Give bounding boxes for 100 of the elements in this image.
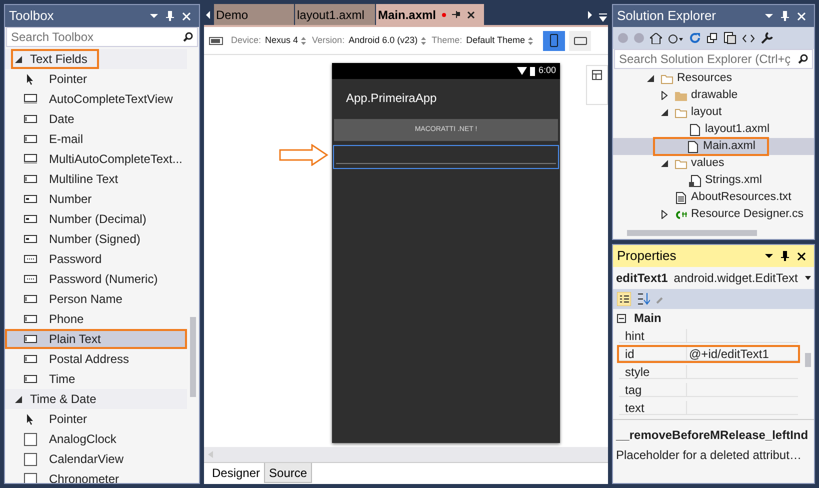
text-file-icon [676, 192, 686, 204]
search-icon [183, 32, 193, 42]
expanded-arrow-icon[interactable] [15, 396, 22, 402]
close-icon[interactable] [797, 252, 806, 260]
view-tab[interactable]: Source [264, 463, 312, 483]
battery-icon [530, 66, 536, 76]
dropdown-icon[interactable] [765, 13, 773, 19]
category-header[interactable]: Main [613, 309, 802, 327]
home-icon[interactable] [650, 32, 662, 44]
copy-icon[interactable] [707, 32, 718, 44]
toolbox-item[interactable]: Date [5, 109, 187, 129]
item-label: Multiline Text [48, 171, 118, 188]
expanded-arrow-icon[interactable] [660, 160, 668, 167]
tree-item[interactable]: Main.axml [613, 138, 814, 155]
item-label: Number (Signed) [48, 231, 140, 248]
dropdown-icon[interactable] [765, 253, 773, 259]
tree-item[interactable]: layout1.axml [613, 121, 814, 138]
property-value[interactable]: @+id/editText1 [687, 347, 798, 361]
toolbox-item[interactable]: Password (Numeric) [5, 269, 187, 289]
toolbox-item[interactable]: AutoCompleteTextView [5, 89, 187, 109]
pin-icon[interactable] [781, 251, 789, 261]
document-tab[interactable]: Demo [214, 4, 294, 25]
sort-icon[interactable] [637, 293, 650, 305]
portrait-button[interactable] [543, 30, 566, 50]
toolbox-item[interactable]: Multiline Text [5, 169, 187, 189]
toolbox-item[interactable]: Number (Signed) [5, 229, 187, 249]
panel-title: Toolbox [9, 7, 55, 26]
tree-item[interactable]: drawable [613, 87, 814, 104]
property-row[interactable]: tag [617, 381, 800, 399]
property-row[interactable]: hint [617, 327, 800, 345]
refresh-icon[interactable] [690, 32, 701, 44]
collapsed-arrow-icon[interactable] [660, 210, 668, 219]
tree-label: Strings.xml [705, 172, 762, 188]
property-name: hint [619, 329, 687, 343]
app-title: App.PrimeiraApp [346, 90, 437, 107]
toolbox-item[interactable]: AnalogClock [5, 429, 187, 449]
tree-label: Resource Designer.cs [691, 206, 804, 222]
password-field-icon [24, 275, 36, 283]
number-field-icon [24, 235, 36, 243]
files-icon[interactable] [724, 32, 736, 44]
property-row[interactable]: text [617, 399, 800, 417]
dropdown-icon[interactable] [150, 13, 158, 19]
toolbox-item[interactable]: Pointer [5, 69, 187, 89]
tree-item[interactable]: Resources [613, 70, 814, 87]
tree-item[interactable]: values [613, 155, 814, 172]
toolbar-label: Version: [312, 34, 345, 47]
dropdown-icon[interactable] [805, 276, 811, 280]
document-tab[interactable]: Main.axml [376, 4, 484, 25]
toolbox-item[interactable]: Person Name [5, 289, 187, 309]
tree-item[interactable]: Resource Designer.cs [613, 206, 814, 223]
expanded-arrow-icon[interactable] [646, 75, 654, 82]
toolbar-label: Device: [231, 34, 262, 47]
horizontal-scrollbar[interactable] [204, 447, 608, 462]
toolbar-dropdown[interactable]: Default Theme [466, 34, 534, 48]
toolbox-item[interactable]: Plain Text [5, 329, 187, 349]
toolbox-item[interactable]: E-mail [5, 129, 187, 149]
close-icon[interactable] [467, 10, 476, 18]
expanded-arrow-icon[interactable] [660, 109, 668, 116]
landscape-button[interactable] [569, 30, 592, 50]
expanded-arrow-icon[interactable] [15, 56, 22, 62]
item-label: MultiAutoCompleteText... [48, 151, 182, 168]
toolbar-dropdown[interactable]: Android 6.0 (v23) [348, 34, 426, 48]
dropdown-icon[interactable] [598, 12, 608, 22]
cursor-icon [26, 414, 34, 424]
document-tab[interactable]: layout1.axml [295, 4, 375, 25]
property-row[interactable]: id @+id/editText1 [617, 345, 800, 363]
text-field-icon [24, 115, 36, 123]
scroll-right-icon[interactable] [586, 10, 594, 20]
tree-item[interactable]: layout [613, 104, 814, 121]
tree-item[interactable]: Strings.xml [613, 172, 814, 189]
toolbox-item[interactable]: Password [5, 249, 187, 269]
search-field[interactable]: Search Toolbox [6, 27, 198, 47]
pin-icon[interactable] [452, 11, 462, 18]
property-row[interactable]: style [617, 363, 800, 381]
pointer-arrow [279, 144, 329, 166]
toolbox-item[interactable]: Chronometer [5, 469, 187, 483]
toolbox-item[interactable]: Pointer [5, 409, 187, 429]
toolbox-item[interactable]: Number [5, 189, 187, 209]
toolbox-item[interactable]: MultiAutoCompleteText... [5, 149, 187, 169]
categorized-icon[interactable] [617, 292, 631, 306]
group-header[interactable]: Time & Date [5, 389, 187, 409]
pin-icon[interactable] [781, 11, 789, 21]
code-icon[interactable] [742, 34, 755, 42]
toolbox-item[interactable]: Postal Address [5, 349, 187, 369]
group-header[interactable]: Text Fields [5, 49, 187, 69]
tree-item[interactable]: AboutResources.txt [613, 189, 814, 206]
password-field-icon [24, 255, 36, 263]
tree-label: Main.axml [703, 138, 756, 154]
toolbar-dropdown[interactable]: Nexus 4 [265, 34, 306, 48]
item-label: Password [48, 251, 102, 268]
toolbox-item[interactable]: Number (Decimal) [5, 209, 187, 229]
search-field[interactable]: Search Toolbox [7, 28, 179, 46]
text-field-icon [24, 355, 36, 363]
edit-text-field[interactable] [333, 145, 559, 169]
pin-icon[interactable] [166, 11, 174, 21]
toolbox-item[interactable]: Phone [5, 309, 187, 329]
group-label: Time & Date [30, 391, 96, 408]
toolbox-item[interactable]: Time [5, 369, 187, 389]
collapsed-arrow-icon[interactable] [660, 91, 668, 100]
toolbox-item[interactable]: CalendarView [5, 449, 187, 469]
